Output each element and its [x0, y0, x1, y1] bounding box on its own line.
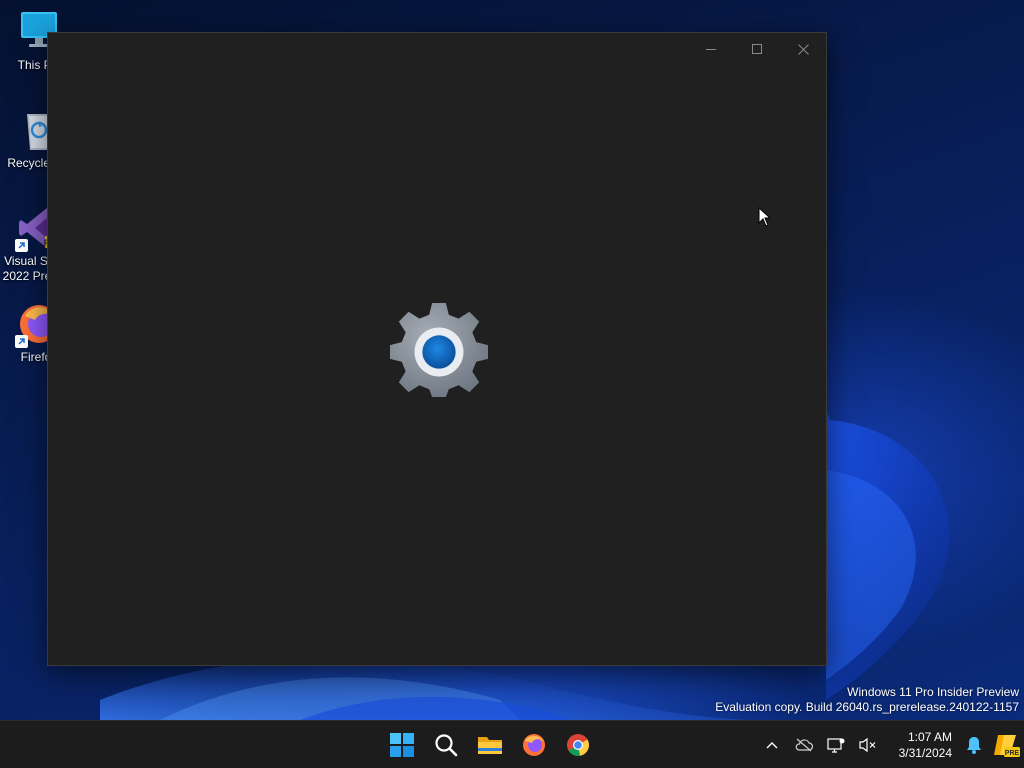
close-icon — [797, 43, 809, 55]
taskbar-chrome-button[interactable] — [556, 723, 600, 767]
gear-icon — [390, 301, 488, 399]
taskbar-clock[interactable]: 1:07 AM 3/31/2024 — [886, 729, 952, 761]
volume-button[interactable] — [852, 729, 884, 761]
minimize-icon — [706, 49, 716, 50]
maximize-icon — [752, 44, 762, 54]
insider-preview-badge[interactable]: PRE — [990, 729, 1022, 761]
watermark-line1: Windows 11 Pro Insider Preview — [847, 685, 1019, 699]
evaluation-watermark: Windows 11 Pro Insider Preview Evaluatio… — [715, 685, 1019, 715]
minimize-button[interactable] — [688, 33, 734, 65]
volume-muted-icon — [859, 737, 876, 753]
maximize-button[interactable] — [734, 33, 780, 65]
shortcut-arrow-icon — [15, 239, 28, 252]
chevron-up-icon — [766, 742, 778, 749]
windows-start-icon — [390, 733, 414, 757]
shortcut-arrow-icon — [15, 335, 28, 348]
watermark-line2: Evaluation copy. Build 26040.rs_prerelea… — [715, 700, 1019, 714]
badge-text: PRE — [1005, 750, 1020, 757]
system-tray: 1:07 AM 3/31/2024 PRE — [756, 721, 1024, 768]
folder-icon — [478, 737, 502, 754]
taskbar-search-button[interactable] — [424, 723, 468, 767]
clock-time: 1:07 AM — [907, 730, 952, 744]
network-disconnected-icon — [795, 738, 813, 752]
display-icon — [827, 738, 845, 753]
close-button[interactable] — [780, 33, 826, 65]
search-icon — [435, 734, 458, 757]
start-button[interactable] — [380, 723, 424, 767]
notifications-button[interactable] — [958, 729, 990, 761]
chrome-icon — [567, 734, 589, 756]
network-button[interactable] — [820, 729, 852, 761]
onedrive-status-button[interactable] — [788, 729, 820, 761]
taskbar-firefox-button[interactable] — [512, 723, 556, 767]
taskbar-apps — [380, 721, 600, 768]
copilot-preview-icon: PRE — [994, 735, 1020, 757]
window-titlebar[interactable] — [48, 33, 826, 65]
clock-date: 3/31/2024 — [898, 746, 952, 760]
taskbar-file-explorer-button[interactable] — [468, 723, 512, 767]
mouse-cursor-icon — [758, 206, 772, 227]
taskbar: 1:07 AM 3/31/2024 PRE — [0, 720, 1024, 768]
settings-window[interactable] — [47, 32, 827, 666]
firefox-icon — [523, 734, 545, 756]
show-hidden-icons-button[interactable] — [756, 729, 788, 761]
bell-icon — [967, 737, 981, 754]
